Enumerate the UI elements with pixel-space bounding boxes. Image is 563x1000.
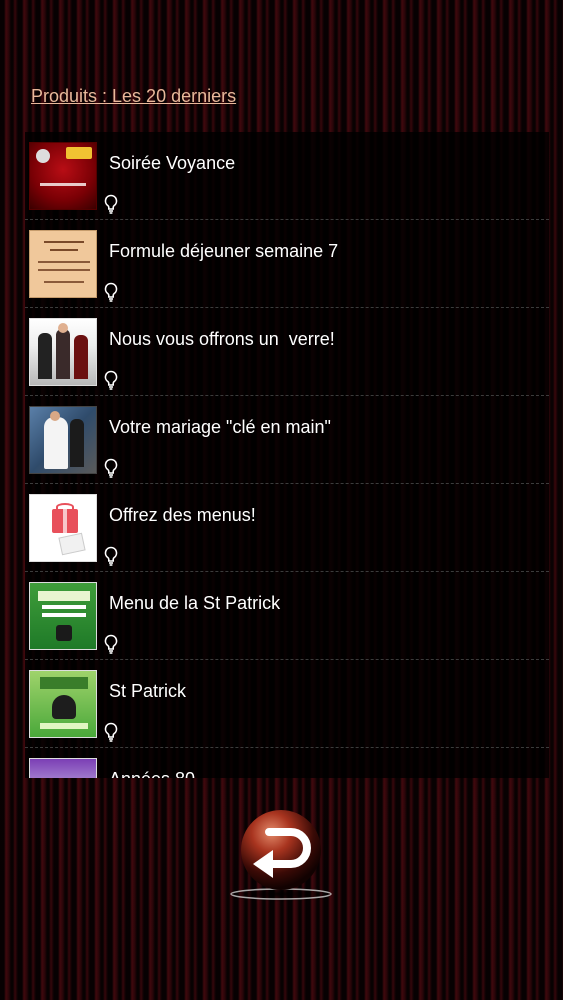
product-list[interactable]: Soirée Voyance Formule déjeuner semaine … bbox=[25, 132, 549, 778]
product-thumbnail bbox=[29, 758, 97, 778]
product-title: St Patrick bbox=[109, 681, 187, 701]
list-item[interactable]: Soirée Voyance bbox=[25, 132, 549, 220]
product-title: Nous vous offrons un verre! bbox=[109, 329, 335, 349]
list-item[interactable]: Formule déjeuner semaine 7 bbox=[25, 220, 549, 308]
product-title: Soirée Voyance bbox=[109, 153, 236, 173]
lightbulb-icon bbox=[104, 282, 118, 302]
list-item[interactable]: Années 80 bbox=[25, 748, 549, 778]
product-thumbnail bbox=[29, 142, 97, 210]
product-title: Années 80 bbox=[109, 769, 195, 778]
product-thumbnail bbox=[29, 582, 97, 650]
product-thumbnail bbox=[29, 318, 97, 386]
product-title: Offrez des menus! bbox=[109, 505, 256, 525]
product-title: Menu de la St Patrick bbox=[109, 593, 281, 613]
product-title: Votre mariage "clé en main" bbox=[109, 417, 331, 437]
list-item[interactable]: Menu de la St Patrick bbox=[25, 572, 549, 660]
lightbulb-icon bbox=[104, 546, 118, 566]
product-thumbnail bbox=[29, 406, 97, 474]
list-item[interactable]: Votre mariage "clé en main" bbox=[25, 396, 549, 484]
product-thumbnail bbox=[29, 670, 97, 738]
lightbulb-icon bbox=[104, 722, 118, 742]
list-item[interactable]: Nous vous offrons un verre! bbox=[25, 308, 549, 396]
page-title-link[interactable]: Produits : Les 20 derniers bbox=[31, 86, 236, 107]
lightbulb-icon bbox=[104, 634, 118, 654]
list-item[interactable]: Offrez des menus! bbox=[25, 484, 549, 572]
lightbulb-icon bbox=[104, 194, 118, 214]
back-button[interactable] bbox=[229, 808, 333, 904]
list-item[interactable]: St Patrick bbox=[25, 660, 549, 748]
product-thumbnail bbox=[29, 230, 97, 298]
lightbulb-icon bbox=[104, 370, 118, 390]
product-title: Formule déjeuner semaine 7 bbox=[109, 241, 339, 261]
lightbulb-icon bbox=[104, 458, 118, 478]
product-thumbnail bbox=[29, 494, 97, 562]
